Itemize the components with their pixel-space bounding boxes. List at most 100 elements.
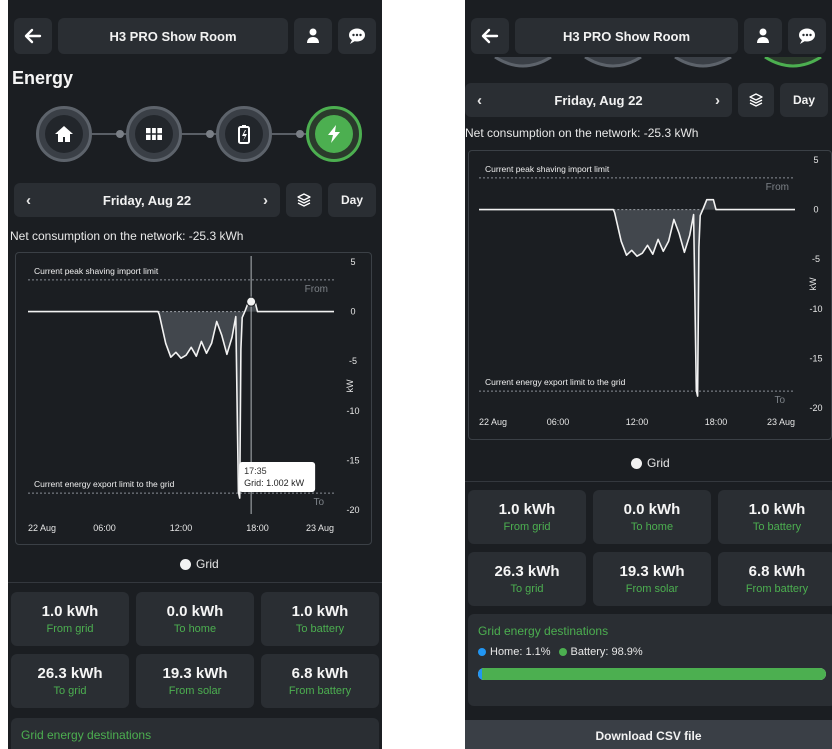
user-button[interactable] bbox=[294, 18, 332, 54]
chat-icon bbox=[799, 28, 815, 44]
prev-day-button[interactable]: ‹ bbox=[26, 192, 31, 209]
tile-to-home: 0.0 kWh To home bbox=[593, 490, 711, 544]
tile-from-battery: 6.8 kWh From battery bbox=[261, 654, 379, 708]
mode-solar-button[interactable] bbox=[126, 106, 182, 162]
from-label: From bbox=[305, 284, 328, 295]
energy-tiles: 1.0 kWh From grid 0.0 kWh To home 1.0 kWh T… bbox=[11, 592, 379, 708]
user-icon bbox=[307, 28, 319, 43]
date-label: Friday, Aug 22 bbox=[102, 192, 192, 208]
date-selector[interactable]: ‹ Friday, Aug 22 › bbox=[465, 83, 732, 117]
tile-from-battery: 6.8 kWh From battery bbox=[718, 552, 832, 606]
layers-button[interactable] bbox=[738, 83, 774, 117]
back-button[interactable] bbox=[471, 18, 509, 54]
tile-label: To grid bbox=[510, 583, 544, 595]
arrow-left-icon bbox=[481, 28, 499, 44]
period-button[interactable]: Day bbox=[780, 83, 828, 117]
tile-to-home: 0.0 kWh To home bbox=[136, 592, 254, 646]
tile-label: To battery bbox=[752, 521, 802, 533]
legend-dot bbox=[631, 457, 642, 469]
x-tick-label: 18:00 bbox=[246, 523, 269, 533]
grid-power-chart[interactable]: Current peak shaving import limit Current… bbox=[468, 150, 832, 440]
tooltip-time: 17:35 bbox=[244, 466, 267, 476]
next-day-button[interactable]: › bbox=[715, 92, 720, 109]
chat-button[interactable] bbox=[788, 18, 826, 54]
tile-from-solar: 19.3 kWh From solar bbox=[136, 654, 254, 708]
grid-destinations-title: Grid energy destinations bbox=[478, 624, 609, 638]
battery-share-segment bbox=[481, 668, 826, 680]
app-title[interactable]: H3 PRO Show Room bbox=[515, 18, 738, 54]
home-share-label: Home: 1.1% bbox=[490, 646, 551, 658]
tile-value: 1.0 kWh bbox=[41, 603, 99, 620]
divider bbox=[8, 582, 382, 583]
tile-to-battery: 1.0 kWh To battery bbox=[261, 592, 379, 646]
tile-value: 0.0 kWh bbox=[166, 603, 224, 620]
battery-legend-dot bbox=[558, 648, 567, 656]
energy-mode-selector bbox=[34, 106, 362, 162]
house-icon bbox=[55, 126, 73, 142]
tile-value: 26.3 kWh bbox=[37, 665, 103, 682]
tile-value: 1.0 kWh bbox=[291, 603, 349, 620]
y-tick-label: -10 bbox=[346, 406, 359, 416]
page-title: Energy bbox=[12, 68, 74, 88]
x-tick-label: 06:00 bbox=[547, 417, 570, 427]
right-screen: H3 PRO Show Room ‹ Friday, Aug 22 › Day … bbox=[465, 0, 832, 749]
x-tick-label: 06:00 bbox=[93, 523, 116, 533]
battery-icon bbox=[238, 125, 250, 144]
battery-share-label: Battery: 98.9% bbox=[570, 646, 643, 658]
solar-panel-icon bbox=[146, 128, 162, 140]
x-tick-label: 12:00 bbox=[626, 417, 649, 427]
from-label: From bbox=[766, 182, 789, 193]
y-tick-label: 5 bbox=[813, 155, 818, 165]
chat-icon bbox=[349, 28, 365, 44]
period-button[interactable]: Day bbox=[328, 183, 376, 217]
tile-from-grid: 1.0 kWh From grid bbox=[11, 592, 129, 646]
x-tick-label: 23 Aug bbox=[767, 417, 795, 427]
mode-home-button[interactable] bbox=[36, 106, 92, 162]
net-consumption: Net consumption on the network: -25.3 kW… bbox=[465, 126, 699, 140]
mode-connector-dot bbox=[296, 130, 304, 138]
mode-battery-button[interactable] bbox=[216, 106, 272, 162]
grid-power-chart[interactable]: Current peak shaving import limit Current… bbox=[15, 252, 372, 545]
mode-connector bbox=[64, 133, 330, 135]
tile-value: 19.3 kWh bbox=[619, 563, 685, 580]
next-day-button[interactable]: › bbox=[263, 192, 268, 209]
x-tick-label: 22 Aug bbox=[28, 523, 56, 533]
chart-legend-grid[interactable]: Grid bbox=[631, 456, 670, 470]
tile-label: From battery bbox=[745, 583, 809, 595]
top-bar: H3 PRO Show Room bbox=[14, 18, 376, 54]
mode-grid-button[interactable] bbox=[306, 106, 362, 162]
y-axis-label: kW bbox=[808, 277, 818, 291]
layers-icon bbox=[749, 93, 763, 107]
prev-day-button[interactable]: ‹ bbox=[477, 92, 482, 109]
date-selector[interactable]: ‹ Friday, Aug 22 › bbox=[14, 183, 280, 217]
tile-to-battery: 1.0 kWh To battery bbox=[718, 490, 832, 544]
download-csv-button[interactable]: Download CSV file bbox=[465, 720, 832, 749]
tile-label: From grid bbox=[503, 521, 551, 533]
tile-label: To home bbox=[173, 623, 217, 635]
export-limit-label: Current energy export limit to the grid bbox=[485, 377, 626, 387]
back-button[interactable] bbox=[14, 18, 52, 54]
chart-legend-grid[interactable]: Grid bbox=[180, 557, 219, 571]
grid-series-area bbox=[479, 199, 795, 397]
chat-button[interactable] bbox=[338, 18, 376, 54]
import-limit-label: Current peak shaving import limit bbox=[485, 164, 610, 174]
y-tick-label: -10 bbox=[809, 304, 822, 314]
user-button[interactable] bbox=[744, 18, 782, 54]
app-title[interactable]: H3 PRO Show Room bbox=[58, 18, 288, 54]
y-axis-label: kW bbox=[345, 379, 355, 393]
tile-value: 0.0 kWh bbox=[623, 501, 681, 518]
export-limit-label: Current energy export limit to the grid bbox=[34, 479, 175, 489]
tile-value: 1.0 kWh bbox=[748, 501, 806, 518]
import-limit-label: Current peak shaving import limit bbox=[34, 266, 159, 276]
x-tick-label: 18:00 bbox=[705, 417, 728, 427]
tile-label: From solar bbox=[625, 583, 679, 595]
tile-from-grid: 1.0 kWh From grid bbox=[468, 490, 586, 544]
home-legend-dot bbox=[478, 648, 486, 656]
y-tick-label: 0 bbox=[813, 205, 818, 215]
tile-label: From grid bbox=[46, 623, 94, 635]
date-navigation: ‹ Friday, Aug 22 › Day bbox=[465, 83, 828, 117]
lightning-icon bbox=[328, 125, 340, 143]
layers-button[interactable] bbox=[286, 183, 322, 217]
mode-connector-dot bbox=[206, 130, 214, 138]
legend-dot bbox=[180, 558, 191, 570]
